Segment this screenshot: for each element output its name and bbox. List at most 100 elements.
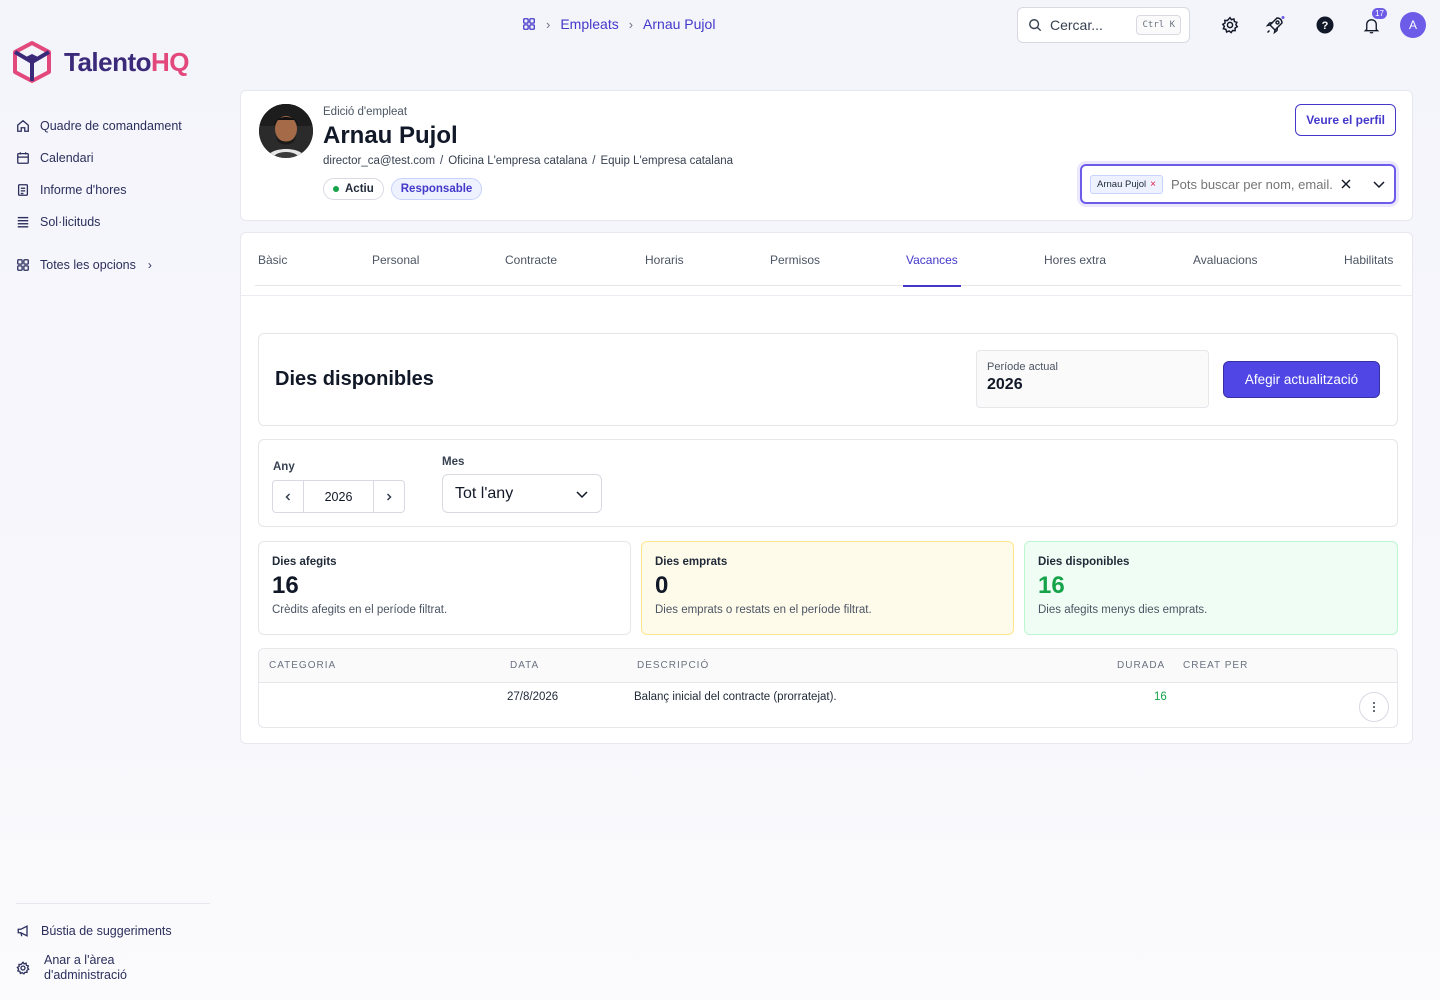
user-avatar[interactable]: A — [1400, 12, 1426, 38]
sidebar-item-requests[interactable]: Sol·licituds — [16, 206, 206, 238]
status-dot-icon — [333, 186, 339, 192]
tab-personal[interactable]: Personal — [372, 233, 419, 286]
employee-office: Oficina L'empresa catalana — [448, 155, 588, 167]
grid-icon — [17, 259, 29, 271]
cell-duration: 16 — [1154, 691, 1167, 703]
employee-meta: director_ca@test.com / Oficina L'empresa… — [323, 155, 734, 167]
selected-employee-chip: Arnau Pujol × — [1090, 174, 1163, 194]
employee-badges: Actiu Responsable — [323, 178, 483, 200]
tab-schedules[interactable]: Horaris — [645, 233, 684, 286]
year-label: Any — [273, 461, 295, 473]
stat-days-taken: Dies emprats 0 Dies emprats o restats en… — [641, 541, 1014, 635]
vacation-entries-table: CATEGORIA DATA DESCRIPCIÓ DURADA CREAT P… — [258, 648, 1398, 728]
notification-count: 17 — [1372, 8, 1387, 19]
cell-date: 27/8/2026 — [507, 691, 559, 703]
page-eyebrow: Edició d'empleat — [323, 106, 408, 118]
clear-icon[interactable] — [1340, 178, 1352, 190]
tab-permissions[interactable]: Permisos — [770, 233, 820, 286]
more-vertical-icon — [1373, 702, 1375, 712]
view-profile-button[interactable]: Veure el perfil — [1295, 104, 1396, 136]
tab-overtime[interactable]: Hores extra — [1044, 233, 1106, 286]
month-label: Mes — [442, 456, 465, 468]
breadcrumb: › Empleats › Arnau Pujol — [522, 16, 715, 32]
person-avatar-icon — [259, 104, 313, 158]
column-duration: DURADA — [1117, 660, 1166, 671]
sidebar-item-label: Totes les opcions — [40, 258, 136, 272]
status-badge: Actiu — [323, 178, 384, 200]
brand-name: TalentoHQ — [64, 46, 190, 77]
column-description: DESCRIPCIÓ — [637, 660, 710, 671]
employee-search-input[interactable] — [1170, 176, 1332, 192]
global-search[interactable]: Cercar... Ctrl K — [1017, 7, 1190, 43]
tab-evaluations[interactable]: Avaluacions — [1193, 233, 1258, 286]
sidebar-item-hours-report[interactable]: Informe d'hores — [16, 174, 206, 206]
sidebar-item-suggestions[interactable]: Bústia de suggeriments — [16, 914, 210, 948]
sidebar-item-label: Sol·licituds — [40, 215, 101, 229]
employee-email: director_ca@test.com — [323, 155, 436, 167]
sidebar-bottom: Bústia de suggeriments Anar a l'àrea d'a… — [16, 903, 210, 988]
megaphone-icon — [17, 925, 28, 937]
sidebar-item-dashboard[interactable]: Quadre de comandament — [16, 110, 206, 142]
cell-description: Balanç inicial del contracte (prorrateja… — [634, 691, 837, 703]
chevron-right-icon: › — [546, 16, 551, 32]
sidebar-item-label: Bústia de suggeriments — [41, 924, 172, 938]
chevron-left-icon — [285, 492, 291, 501]
chevron-down-icon[interactable] — [1372, 177, 1386, 191]
employee-name: Arnau Pujol — [323, 122, 458, 149]
year-stepper: 2026 — [272, 480, 405, 513]
svg-text:?: ? — [1322, 20, 1329, 32]
help-button[interactable]: ? — [1312, 12, 1338, 38]
breadcrumb-employees[interactable]: Empleats — [560, 16, 618, 32]
employee-header: Edició d'empleat Arnau Pujol director_ca… — [240, 90, 1413, 221]
sidebar-nav: Quadre de comandament Calendari Informe … — [16, 110, 206, 281]
grid-icon[interactable] — [522, 17, 536, 31]
month-select[interactable]: Tot l'any — [442, 474, 602, 513]
settings-button[interactable] — [1217, 12, 1243, 38]
report-icon — [17, 184, 29, 196]
stat-days-added: Dies afegits 16 Crèdits afegits en el pe… — [258, 541, 631, 635]
notifications-button[interactable]: 17 — [1358, 8, 1387, 38]
available-days-header: Dies disponibles Període actual 2026 Afe… — [258, 333, 1398, 426]
breadcrumb-current[interactable]: Arnau Pujol — [643, 16, 715, 32]
employee-tabs: Bàsic Personal Contracte Horaris Permiso… — [255, 233, 1401, 287]
add-update-button[interactable]: Afegir actualització — [1223, 361, 1380, 398]
sidebar-item-label: Quadre de comandament — [40, 119, 182, 133]
chevron-right-icon: › — [628, 16, 634, 32]
search-shortcut: Ctrl K — [1136, 15, 1181, 35]
chevron-down-icon — [576, 490, 588, 498]
calendar-icon — [17, 152, 29, 164]
home-icon — [17, 119, 29, 132]
role-badge: Responsable — [390, 178, 483, 200]
tab-basic[interactable]: Bàsic — [258, 233, 287, 286]
column-date: DATA — [510, 660, 540, 671]
gear-icon — [1221, 16, 1239, 34]
column-category: CATEGORIA — [269, 660, 337, 671]
tab-vacations[interactable]: Vacances — [903, 233, 961, 287]
remove-chip-icon[interactable]: × — [1150, 179, 1156, 190]
brand-logo[interactable]: TalentoHQ — [12, 40, 190, 84]
whats-new-button[interactable] — [1262, 12, 1288, 38]
tab-contract[interactable]: Contracte — [505, 233, 557, 286]
rocket-icon — [1265, 16, 1285, 35]
previous-year-button[interactable] — [273, 481, 303, 512]
row-actions-button[interactable] — [1359, 692, 1389, 722]
logo-cube-icon — [13, 41, 51, 83]
tab-skills[interactable]: Habilitats — [1344, 233, 1393, 286]
table-header: CATEGORIA DATA DESCRIPCIÓ DURADA CREAT P… — [259, 649, 1397, 683]
search-icon — [1029, 19, 1042, 32]
stat-days-available: Dies disponibles 16 Dies afegits menys d… — [1024, 541, 1398, 635]
vacations-card: Bàsic Personal Contracte Horaris Permiso… — [240, 232, 1413, 744]
search-input[interactable]: Cercar... — [1050, 17, 1128, 33]
current-period: Període actual 2026 — [976, 350, 1209, 408]
employee-picker[interactable]: Arnau Pujol × — [1080, 164, 1396, 204]
column-created-by: CREAT PER — [1183, 660, 1249, 671]
admin-label: Anar a l'àrea d'administració — [44, 953, 127, 982]
sidebar-item-admin[interactable]: Anar a l'àrea d'administració — [16, 948, 210, 988]
next-year-button[interactable] — [374, 481, 404, 512]
filters-box: Any 2026 Mes Tot l'any — [258, 439, 1398, 527]
sidebar-item-calendar[interactable]: Calendari — [16, 142, 206, 174]
sidebar-item-all-options[interactable]: Totes les opcions › — [16, 249, 206, 281]
year-value[interactable]: 2026 — [303, 481, 374, 512]
employee-team: Equip L'empresa catalana — [600, 155, 734, 167]
sidebar-item-label: Informe d'hores — [40, 183, 127, 197]
